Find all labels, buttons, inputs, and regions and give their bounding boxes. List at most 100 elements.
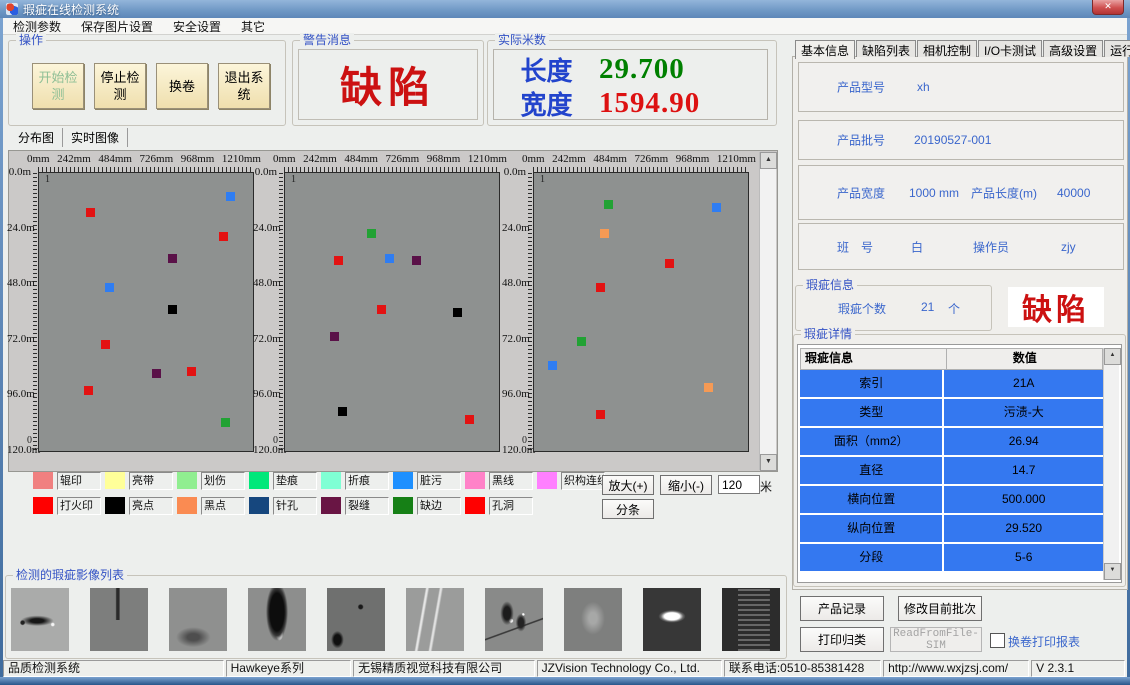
defect-thumbnail-3[interactable] (169, 588, 227, 651)
x-tick-label: 968mm (181, 153, 215, 165)
defect-row-name: 面积（mm2） (800, 428, 944, 455)
legend-label-亮点[interactable]: 亮点 (129, 497, 173, 515)
tab-基本信息[interactable]: 基本信息 (795, 40, 855, 59)
legend-label-划伤[interactable]: 划伤 (201, 472, 245, 490)
y-tick-label: 48.0m (502, 277, 526, 289)
legend-label-折痕[interactable]: 折痕 (345, 472, 389, 490)
defect-point (385, 254, 394, 263)
legend-label-辊印[interactable]: 辊印 (57, 472, 101, 490)
defect-point (101, 340, 110, 349)
legend-label-黑线[interactable]: 黑线 (489, 472, 533, 490)
defect-row-name: 纵向位置 (800, 515, 944, 542)
defect-row-value: 21A (944, 370, 1103, 397)
plot-surface-3[interactable]: 1 (533, 172, 749, 452)
legend-swatch-垫痕 (249, 472, 269, 489)
defect-thumbnail-10[interactable] (722, 588, 780, 651)
op-button-4[interactable]: 退出系统 (218, 63, 270, 109)
close-button[interactable]: ✕ (1092, 0, 1124, 15)
defect-thumbnail-1[interactable] (11, 588, 69, 651)
defect-info-title: 瑕疵信息 (803, 278, 857, 292)
tab-缺陷列表[interactable]: 缺陷列表 (856, 40, 916, 57)
defect-point (168, 305, 177, 314)
defect-table-row[interactable]: 面积（mm2）26.94 (800, 428, 1103, 455)
x-tick-label: 0mm (27, 153, 50, 165)
y-tick-label: 48.0m (253, 277, 277, 289)
window-border-left (0, 18, 3, 677)
legend-swatch-孔洞 (465, 497, 485, 514)
view-tabs: 分布图实时图像 (10, 128, 128, 146)
defect-thumbnail-4[interactable] (248, 588, 306, 651)
defect-thumbnail-6[interactable] (406, 588, 464, 651)
plot-scrollbar[interactable]: ▲▼ (759, 152, 776, 470)
defect-thumbnail-7[interactable] (485, 588, 543, 651)
menu-item[interactable]: 其它 (231, 17, 275, 36)
defect-table-row[interactable]: 类型污渍-大 (800, 399, 1103, 426)
legend-label-打火印[interactable]: 打火印 (57, 497, 101, 515)
tab-相机控制[interactable]: 相机控制 (917, 40, 977, 57)
legend-label-孔洞[interactable]: 孔洞 (489, 497, 533, 515)
product-record-button[interactable]: 产品记录 (800, 596, 884, 621)
defect-thumbnail-5[interactable] (327, 588, 385, 651)
legend-label-垫痕[interactable]: 垫痕 (273, 472, 317, 490)
defect-table-row[interactable]: 纵向位置29.520 (800, 515, 1103, 542)
width-value: 1594.90 (599, 87, 700, 120)
y-tick-label: 24.0m (253, 222, 277, 234)
legend-label-亮带[interactable]: 亮带 (129, 472, 173, 490)
legend-label-织构连线[interactable]: 织构连线 (561, 472, 605, 490)
gallery-title: 检测的瑕疵影像列表 (13, 568, 127, 582)
zoom-out-button[interactable]: 缩小(-) (660, 475, 712, 495)
status-segment-7: V 2.3.1 (1031, 660, 1125, 677)
tab-高级设置[interactable]: 高级设置 (1043, 40, 1103, 57)
x-tick-label: 1210mm (468, 153, 507, 165)
legend-label-裂缝[interactable]: 裂缝 (345, 497, 389, 515)
product-width-value: 1000 mm (909, 186, 959, 200)
op-button-2[interactable]: 停止检测 (94, 63, 146, 109)
split-button[interactable]: 分条 (602, 499, 654, 519)
tab-运行状态信息[interactable]: 运行状态信息 (1104, 40, 1130, 57)
y-axis-ticks (279, 172, 283, 450)
view-tab-实时图像[interactable]: 实时图像 (63, 128, 128, 147)
scroll-down-arrow[interactable]: ▼ (760, 454, 777, 471)
scroll-up-arrow[interactable]: ▲ (760, 152, 777, 169)
modify-batch-button[interactable]: 修改目前批次 (898, 596, 982, 621)
defect-table-row[interactable]: 分段5-6 (800, 544, 1103, 571)
defect-thumbnail-9[interactable] (643, 588, 701, 651)
roll-print-checkbox[interactable] (990, 633, 1005, 648)
defect-table-header: 瑕疵信息 数值 (800, 348, 1103, 370)
menu-item[interactable]: 安全设置 (163, 17, 231, 36)
defect-table-row[interactable]: 横向位置500.000 (800, 486, 1103, 513)
menu-item[interactable]: 保存图片设置 (71, 17, 163, 36)
length-label: 长度 (494, 51, 599, 88)
plot-surface-1[interactable]: 1 (38, 172, 254, 452)
y-tick-label: 24.0m (502, 222, 526, 234)
legend-label-脏污[interactable]: 脏污 (417, 472, 461, 490)
legend-label-黑点[interactable]: 黑点 (201, 497, 245, 515)
op-button-3[interactable]: 换卷 (156, 63, 208, 109)
defect-point (548, 361, 557, 370)
shift-operator-row: 班 号 白 操作员 zjy (798, 223, 1124, 270)
print-classify-button[interactable]: 打印归类 (800, 627, 884, 652)
defect-table-scrollbar[interactable]: ▲ ▼ (1103, 348, 1119, 580)
legend-label-缺边[interactable]: 缺边 (417, 497, 461, 515)
plot-surface-2[interactable]: 1 (284, 172, 500, 452)
defect-point (377, 305, 386, 314)
defect-detail-table: 瑕疵信息 数值 索引21A类型污渍-大面积（mm2）26.94直径14.7横向位… (797, 344, 1122, 583)
defect-point (665, 259, 674, 268)
legend-label-针孔[interactable]: 针孔 (273, 497, 317, 515)
zoom-in-button[interactable]: 放大(+) (602, 475, 654, 495)
defect-thumbnail-8[interactable] (564, 588, 622, 651)
defect-table-row[interactable]: 直径14.7 (800, 457, 1103, 484)
view-tab-分布图[interactable]: 分布图 (10, 128, 63, 147)
product-length-value: 40000 (1057, 186, 1090, 200)
tab-I/O卡测试[interactable]: I/O卡测试 (978, 40, 1042, 57)
defect-table-row[interactable]: 索引21A (800, 370, 1103, 397)
y-axis-ticks (33, 172, 37, 450)
op-button-1[interactable]: 开始检测 (32, 63, 84, 109)
meter-range-input[interactable] (718, 475, 760, 494)
length-row: 长度 29.700 (494, 52, 767, 86)
defect-point (412, 256, 421, 265)
defect-thumbnail-2[interactable] (90, 588, 148, 651)
length-value: 29.700 (599, 53, 685, 86)
gallery-group: 检测的瑕疵影像列表 (5, 575, 787, 659)
y-tick-label: 96.0m (7, 388, 31, 400)
